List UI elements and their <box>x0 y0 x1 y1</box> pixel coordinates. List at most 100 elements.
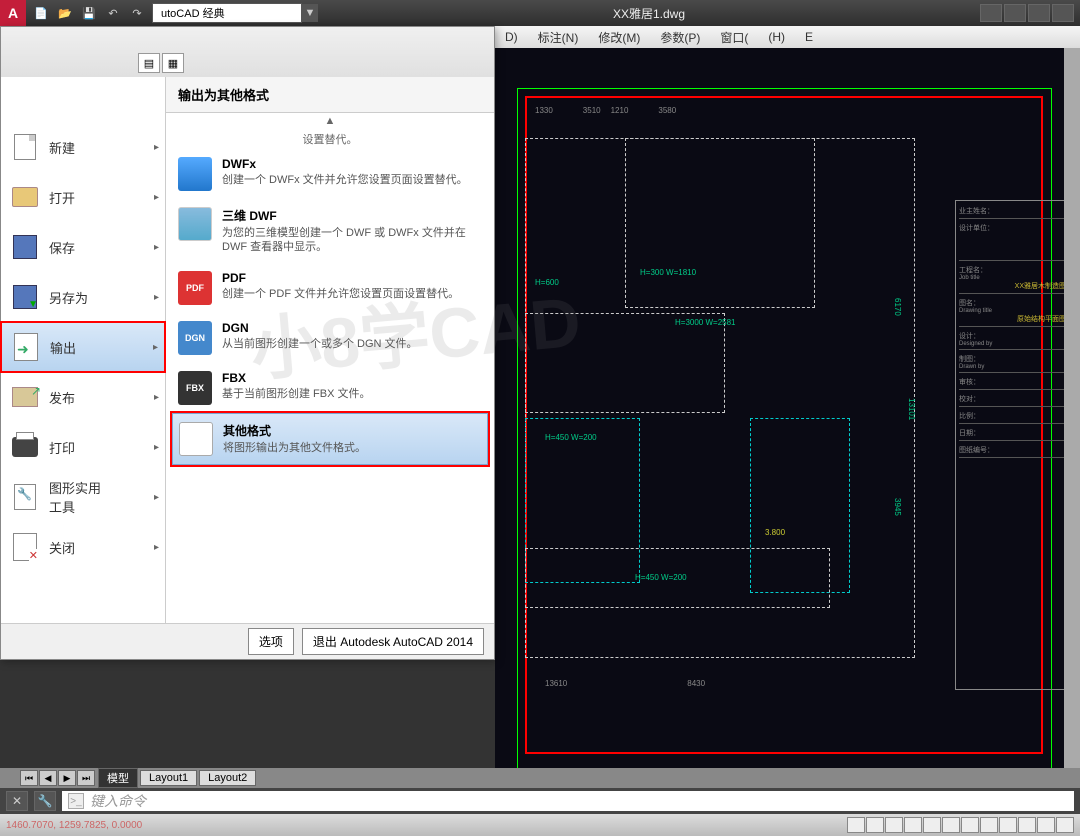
appmenu-item-print[interactable]: 打印▸ <box>1 422 165 472</box>
app-logo[interactable]: A <box>0 0 26 26</box>
menu-item[interactable]: D) <box>495 28 528 46</box>
menu-item[interactable]: E <box>795 28 823 46</box>
appmenu-item-label: 输出 <box>50 338 76 357</box>
vertical-scrollbar[interactable] <box>1064 48 1080 772</box>
appmenu-right-column: 输出为其他格式 ▲ 设置替代。 DWFx创建一个 DWFx 文件并允许您设置页面… <box>166 77 494 623</box>
dyn-toggle[interactable] <box>980 817 998 833</box>
workspace-dropdown-icon[interactable]: ▼ <box>302 4 318 22</box>
menu-item[interactable]: 窗口( <box>710 27 758 48</box>
titleblock: 业主姓名： 设计单位： 工程名： Job title XX雅居木制造图 图名： … <box>955 200 1070 690</box>
menu-item[interactable]: 修改(M) <box>588 27 650 48</box>
export-entry-fbx[interactable]: FBXFBX基于当前图形创建 FBX 文件。 <box>172 363 488 413</box>
menu-item[interactable]: 参数(P) <box>650 27 710 48</box>
restore-icon[interactable] <box>1028 4 1050 22</box>
scroll-up-indicator[interactable]: ▲ <box>172 113 488 129</box>
dimension-text: 3580 <box>658 106 676 115</box>
options-button[interactable]: 选项 <box>248 628 294 655</box>
appmenu-item-close[interactable]: 关闭▸ <box>1 522 165 572</box>
export-entry-dwfx[interactable]: DWFx创建一个 DWFx 文件并允许您设置页面设置替代。 <box>172 149 488 199</box>
tb-proof: 校对： <box>959 392 1066 407</box>
tb-label-en: Designed by <box>959 341 1066 347</box>
qat-save-icon[interactable]: 💾 <box>78 4 100 22</box>
room-label: 3.800 <box>765 528 785 537</box>
tb-value: XX雅居木制造图 <box>959 281 1066 291</box>
export-entry-dwf3d[interactable]: 三维 DWF为您的三维模型创建一个 DWF 或 DWFx 文件并在 DWF 查看… <box>172 199 488 263</box>
qat-new-icon[interactable]: 📄 <box>30 4 52 22</box>
command-input[interactable]: >_ 键入命令 <box>62 791 1074 811</box>
entry-title: PDF <box>222 271 459 285</box>
truncated-text: 设置替代。 <box>172 129 488 149</box>
dimension-row-top: 1330 3510 1210 3580 <box>535 106 676 115</box>
file-icon <box>9 131 41 163</box>
appmenu-item-folder[interactable]: 打开▸ <box>1 172 165 222</box>
export-entry-dgn[interactable]: DGNDGN从当前图形创建一个或多个 DGN 文件。 <box>172 313 488 363</box>
appmenu-item-label: 打印 <box>49 438 75 457</box>
tb-label: 工程名： <box>959 265 1066 275</box>
tab-nav-last-icon[interactable]: ⏭ <box>77 770 95 786</box>
model-tab[interactable]: 模型 <box>98 768 138 788</box>
polar-toggle[interactable] <box>904 817 922 833</box>
ortho-toggle[interactable] <box>885 817 903 833</box>
qat-undo-icon[interactable]: ↶ <box>102 4 124 22</box>
layout1-tab[interactable]: Layout1 <box>140 770 197 786</box>
room-label: H=450 W=200 <box>545 433 597 442</box>
close-icon[interactable] <box>1052 4 1074 22</box>
open-docs-icon[interactable]: ▦ <box>162 53 184 73</box>
menu-item[interactable]: (H) <box>758 28 795 46</box>
tb-label-en: Drawn by <box>959 364 1066 370</box>
appmenu-item-export[interactable]: 输出 ▸ <box>1 322 165 372</box>
chevron-right-icon: ▸ <box>154 542 159 553</box>
window-controls <box>980 4 1080 22</box>
disk-icon <box>9 231 41 263</box>
tab-nav-first-icon[interactable]: ⏮ <box>20 770 38 786</box>
export-entry-pdf[interactable]: PDFPDF创建一个 PDF 文件并允许您设置页面设置替代。 <box>172 263 488 313</box>
exit-button[interactable]: 退出 Autodesk AutoCAD 2014 <box>302 628 484 655</box>
ducs-toggle[interactable] <box>961 817 979 833</box>
tb-drawn: 制图： Drawn by <box>959 352 1066 373</box>
menu-item[interactable]: 标注(N) <box>528 27 589 48</box>
chevron-right-icon: ▸ <box>154 392 159 403</box>
cmd-config-icon[interactable]: 🔧 <box>34 791 56 811</box>
appmenu-item-tools[interactable]: 图形实用 工具▸ <box>1 472 165 522</box>
tb-scale: 比例： <box>959 409 1066 424</box>
model-toggle[interactable] <box>1037 817 1055 833</box>
cmd-prompt-icon[interactable]: >_ <box>68 793 84 809</box>
recent-docs-icon[interactable]: ▤ <box>138 53 160 73</box>
dimension-text: 3945 <box>893 498 902 516</box>
drawing-area[interactable]: 1330 3510 1210 3580 H=600 H=300 W=1810 H… <box>495 48 1080 788</box>
dimension-text: 3510 <box>583 106 601 115</box>
qat-open-icon[interactable]: 📂 <box>54 4 76 22</box>
publish-icon <box>9 381 41 413</box>
document-title: XX雅居1.dwg <box>318 5 980 22</box>
tab-nav-next-icon[interactable]: ▶ <box>58 770 76 786</box>
appmenu-item-publish[interactable]: 发布▸ <box>1 372 165 422</box>
export-entry-other[interactable]: 其他格式将图形输出为其他文件格式。 <box>172 413 488 465</box>
snap-toggle[interactable] <box>847 817 865 833</box>
workspace-selector[interactable]: utoCAD 经典 <box>152 3 302 23</box>
layout2-tab[interactable]: Layout2 <box>199 770 256 786</box>
cmd-close-icon[interactable]: ✕ <box>6 791 28 811</box>
room-label: H=3000 W=2581 <box>675 318 736 327</box>
appmenu-item-label: 图形实用 工具 <box>49 478 101 516</box>
minimize-icon[interactable] <box>1004 4 1026 22</box>
tb-date: 日期： <box>959 426 1066 441</box>
grid-toggle[interactable] <box>866 817 884 833</box>
chevron-right-icon: ▸ <box>153 342 158 353</box>
tab-nav-prev-icon[interactable]: ◀ <box>39 770 57 786</box>
fbx-icon: FBX <box>178 371 212 405</box>
appmenu-item-disk[interactable]: 保存▸ <box>1 222 165 272</box>
anno-toggle[interactable] <box>1056 817 1074 833</box>
otrack-toggle[interactable] <box>942 817 960 833</box>
room-outline <box>625 138 815 308</box>
tb-label: 制图： <box>959 356 980 363</box>
appmenu-item-file[interactable]: 新建▸ <box>1 122 165 172</box>
print-icon <box>9 431 41 463</box>
lwt-toggle[interactable] <box>999 817 1017 833</box>
appmenu-item-diskarrow[interactable]: 另存为▸ <box>1 272 165 322</box>
qat-redo-icon[interactable]: ↷ <box>126 4 148 22</box>
osnap-toggle[interactable] <box>923 817 941 833</box>
help-icon[interactable] <box>980 4 1002 22</box>
tb-job: 工程名： Job title XX雅居木制造图 <box>959 263 1066 294</box>
qp-toggle[interactable] <box>1018 817 1036 833</box>
tb-designer: 设计： Designed by <box>959 329 1066 350</box>
